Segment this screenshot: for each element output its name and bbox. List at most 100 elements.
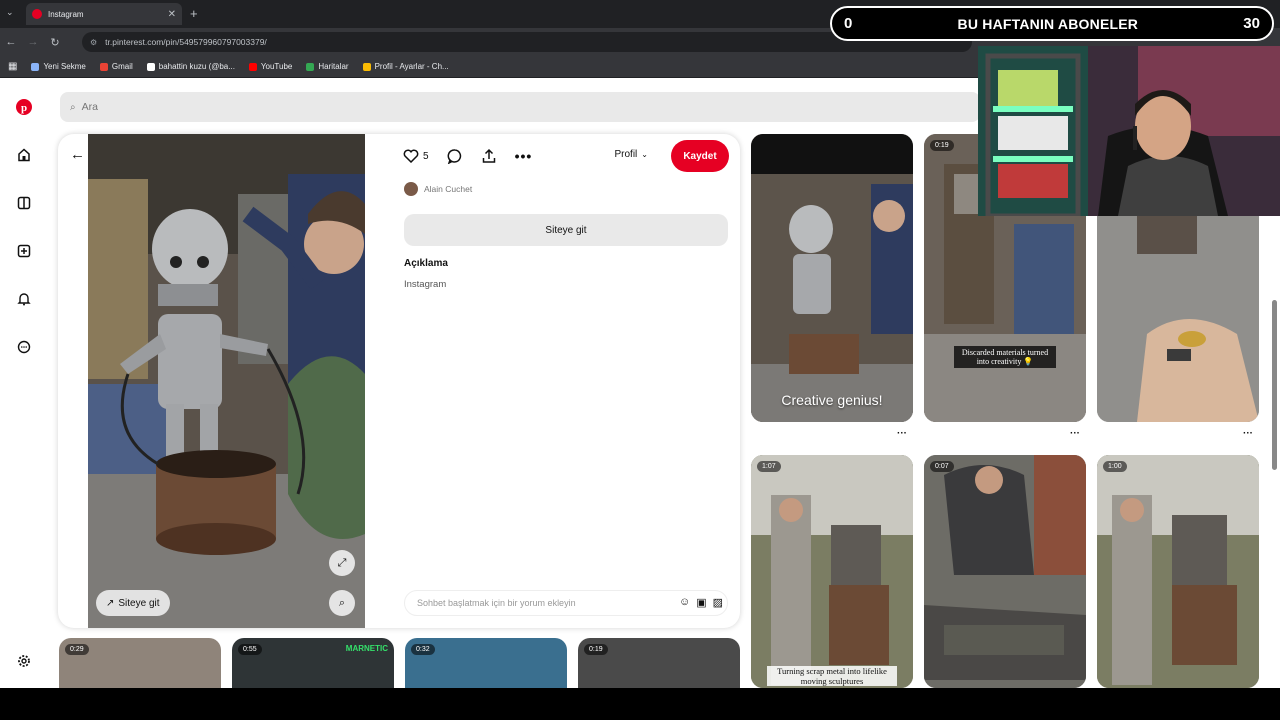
apps-icon[interactable]: ▦ [8,61,17,72]
subscriber-goal-count: 30 [1243,15,1260,32]
home-icon[interactable] [14,145,34,165]
profile-icon [362,62,371,71]
pinterest-logo-icon[interactable]: p [14,97,34,117]
image-icon[interactable]: ▨ [713,596,723,609]
feed-pin[interactable]: 0:29 [59,638,221,688]
emoji-icon[interactable]: ☺ [679,596,690,609]
visit-site-button[interactable]: Siteye git [404,214,728,246]
subscriber-banner-title: BU HAFTANIN ABONELER [957,15,1139,32]
back-arrow-icon[interactable]: ← [70,146,85,163]
description-title: Açıklama [404,258,448,269]
pin-closeup: ← ↗ Siteye git ⤢ ⌕ 5 ••• Profil ⌄ Kaydet… [58,134,740,628]
bookmark-label: YouTube [260,62,293,71]
create-icon[interactable] [14,241,34,261]
bookmark-item[interactable]: Haritalar [306,62,349,71]
video-duration: 0:32 [411,644,435,655]
webcam-overlay [978,46,1280,216]
author-name: Alain Cuchet [424,184,473,194]
bookmark-item[interactable]: YouTube [248,62,293,71]
search-placeholder: Ara [81,101,98,113]
page-scrollbar[interactable] [1272,300,1277,470]
sticker-icon[interactable]: ▣ [696,596,706,609]
feed-caption: Discarded materials turned into creativi… [954,346,1056,368]
feed-pin[interactable]: 0:19 [578,638,740,688]
youtube-icon [248,62,257,71]
comment-icon[interactable] [447,148,463,164]
webcam-feed [978,46,1280,216]
more-options-icon[interactable]: ··· [1070,428,1080,439]
gmail-icon [99,62,108,71]
video-duration: 1:07 [757,461,781,472]
search-icon: ⌕ [70,101,76,113]
reload-icon[interactable]: ↻ [44,36,66,49]
video-duration: 0:19 [584,644,608,655]
svg-text:p: p [21,102,27,114]
back-icon[interactable]: ← [0,36,22,48]
globe-icon [31,62,40,71]
close-tab-icon[interactable]: ✕ [168,9,176,20]
robot-thumbnail [751,134,913,422]
url-text: tr.pinterest.com/pin/549579960797003379/ [105,37,267,47]
bookmark-label: Profil - Ayarlar - Ch... [374,62,449,71]
video-duration: 0:55 [238,644,262,655]
image-visit-label: Siteye git [118,597,160,609]
feed-pin[interactable]: 0:07 [924,455,1086,688]
explore-icon[interactable] [14,193,34,213]
description-text: Instagram [404,279,447,290]
taskbar-strip [0,688,1280,720]
tab-search-icon[interactable]: ⌄ [6,7,14,18]
forward-icon[interactable]: → [22,36,44,48]
video-duration: 0:07 [930,461,954,472]
image-visit-site-button[interactable]: ↗ Siteye git [96,590,170,616]
feed-pin[interactable]: 0:32 [405,638,567,688]
more-options-icon[interactable]: ··· [897,428,907,439]
comment-placeholder: Sohbet başlatmak için bir yorum ekleyin [417,598,576,608]
video-duration: 0:29 [65,644,89,655]
like-button[interactable]: 5 [403,149,429,163]
man-robot-thumbnail [1097,455,1259,688]
visual-search-icon[interactable]: ⌕ [329,590,355,616]
messages-icon[interactable] [14,337,34,357]
tank-sculpture-thumbnail [924,455,1086,688]
feed-pin[interactable]: 1:00 [1097,455,1259,688]
share-icon[interactable] [481,148,497,164]
profile-board-label: Profil [614,149,638,160]
pin-author[interactable]: Alain Cuchet [404,182,472,196]
expand-icon[interactable]: ⤢ [329,550,355,576]
thumbnail-overlay-text: MARNETIC [345,644,388,653]
subscriber-start-count: 0 [844,15,853,32]
bookmark-label: bahattin kuzu (@ba... [158,62,235,71]
pin-image[interactable]: ↗ Siteye git ⤢ ⌕ [88,134,365,628]
feed-pin[interactable]: 1:07 Turning scrap metal into lifelike m… [751,455,913,688]
comment-input[interactable]: Sohbet başlatmak için bir yorum ekleyin … [404,590,728,616]
bookmark-item[interactable]: Yeni Sekme [31,62,86,71]
notifications-icon[interactable] [14,289,34,309]
maps-icon [306,62,315,71]
man-robot-thumbnail [751,455,913,688]
bookmark-item[interactable]: Profil - Ayarlar - Ch... [362,62,449,71]
tab-title: Instagram [48,9,84,19]
more-options-icon[interactable]: ••• [515,148,533,164]
profile-board-select[interactable]: Profil ⌄ [615,149,649,160]
tab-instagram[interactable]: Instagram ✕ [26,3,182,25]
pin-actions: 5 ••• Profil ⌄ Kaydet [403,140,730,172]
more-options-icon[interactable]: ··· [1243,428,1253,439]
robot-sculpture-photo [88,134,365,628]
new-tab-icon[interactable]: + [190,6,198,21]
bookmark-item[interactable]: bahattin kuzu (@ba... [146,62,235,71]
bookmark-label: Yeni Sekme [43,62,86,71]
subscriber-banner: 0 BU HAFTANIN ABONELER 30 [830,6,1274,41]
save-button[interactable]: Kaydet [671,140,729,172]
feed-caption: Turning scrap metal into lifelike moving… [767,666,897,686]
chevron-down-icon: ⌄ [641,150,648,159]
feed-pin[interactable]: Creative genius! [751,134,913,422]
bookmark-label: Haritalar [318,62,349,71]
feed-caption: Creative genius! [781,392,883,408]
search-input[interactable]: ⌕ Ara [60,92,980,122]
settings-icon[interactable] [14,651,34,671]
video-duration: 0:19 [930,140,954,151]
feed-pin[interactable]: 0:55 MARNETIC [232,638,394,688]
site-info-icon[interactable]: ⚙ [90,38,97,47]
video-duration: 1:00 [1103,461,1127,472]
bookmark-item[interactable]: Gmail [99,62,133,71]
